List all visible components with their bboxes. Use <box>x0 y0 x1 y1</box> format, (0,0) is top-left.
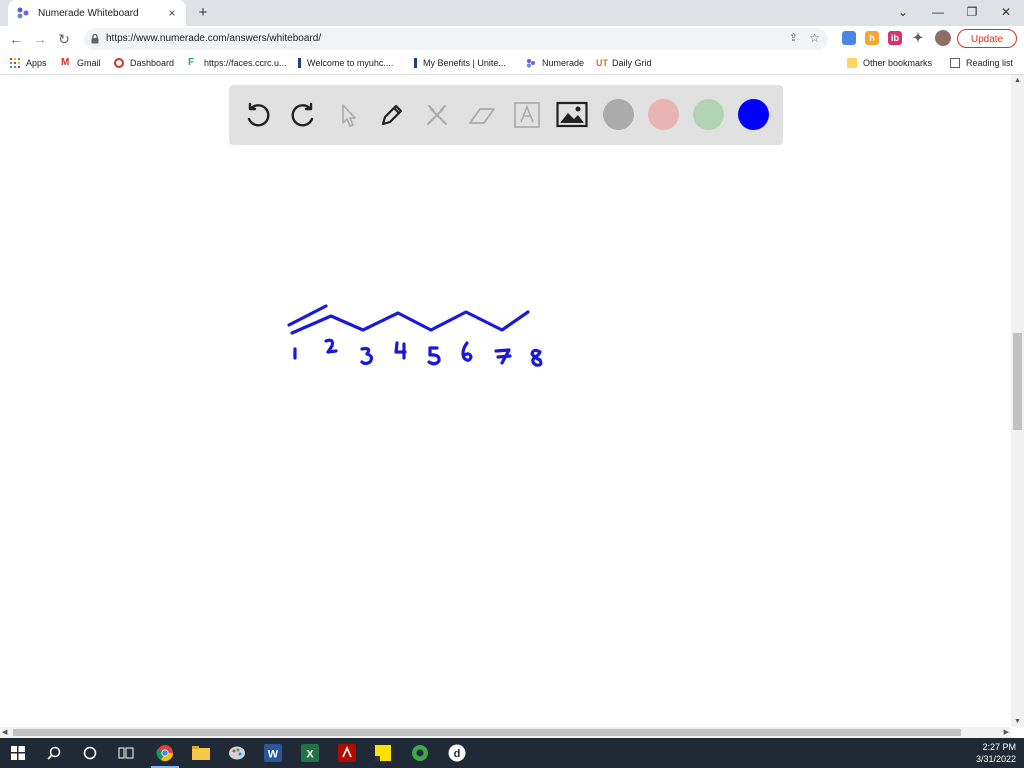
system-clock[interactable]: 2:27 PM 3/31/2022 <box>976 741 1016 765</box>
windows-taskbar: W X d 2:27 PM 3/31/2022 <box>0 738 1024 768</box>
tab-search-icon[interactable]: ⌄ <box>886 0 920 26</box>
clock-date: 3/31/2022 <box>975 754 1016 764</box>
dashboard-icon <box>114 58 124 68</box>
bookmark-reading-list[interactable]: Reading list <box>950 56 1013 70</box>
digit-8 <box>530 348 543 367</box>
docs-extension-icon[interactable] <box>842 31 856 45</box>
update-button[interactable]: Update <box>957 29 1017 48</box>
bookmark-faces[interactable]: Fhttps://faces.ccrc.u... <box>188 56 287 70</box>
tab-close-icon[interactable]: × <box>164 5 180 21</box>
svg-text:d: d <box>454 748 461 760</box>
myuhc-icon <box>298 58 301 68</box>
camtasia-icon[interactable] <box>410 743 430 763</box>
extension-orange-icon[interactable]: h <box>865 31 879 45</box>
bookmark-label: Numerade <box>542 58 585 68</box>
share-icon[interactable]: ⇪ <box>789 31 798 44</box>
horizontal-scrollbar[interactable]: ◀ ▶ <box>0 727 1011 738</box>
bookmark-label: Daily Grid <box>612 58 652 68</box>
vertical-scrollbar[interactable]: ▲ ▼ <box>1011 75 1024 727</box>
new-tab-button[interactable]: + <box>194 4 212 22</box>
profile-avatar[interactable] <box>935 30 951 46</box>
bookmark-gmail[interactable]: M Gmail <box>61 56 101 70</box>
scroll-up-icon[interactable]: ▲ <box>1014 77 1021 84</box>
bookmark-apps[interactable]: Apps <box>10 56 47 70</box>
cortana-icon[interactable] <box>80 743 100 763</box>
daily-grid-icon: UT <box>596 58 608 68</box>
digit-2 <box>324 338 338 354</box>
back-icon[interactable]: ← <box>7 30 25 48</box>
apps-grid-icon <box>10 58 20 68</box>
reading-list-icon <box>950 58 960 68</box>
d-app-icon[interactable]: d <box>447 743 467 763</box>
benefits-icon <box>414 58 417 68</box>
chrome-icon[interactable] <box>151 743 179 768</box>
gmail-icon: M <box>61 57 70 68</box>
digit-5 <box>427 346 441 366</box>
bookmark-label: Reading list <box>966 58 1014 68</box>
url-text: https://www.numerade.com/answers/whitebo… <box>106 33 322 44</box>
bookmark-dashboard[interactable]: Dashboard <box>114 56 174 70</box>
bookmark-label: https://faces.ccrc.u... <box>204 58 287 68</box>
bookmark-label: My Benefits | Unite... <box>423 58 506 68</box>
close-window-button[interactable]: ✕ <box>989 0 1023 26</box>
paint-icon[interactable] <box>227 743 247 763</box>
digit-7 <box>494 348 512 365</box>
numerade-favicon-icon <box>17 7 29 19</box>
task-view-icon[interactable] <box>116 743 136 763</box>
vertical-scroll-thumb[interactable] <box>1013 333 1022 430</box>
sticky-notes-icon[interactable] <box>373 743 393 763</box>
scroll-left-icon[interactable]: ◀ <box>2 728 7 736</box>
reload-icon[interactable]: ↻ <box>55 30 73 48</box>
address-bar[interactable]: https://www.numerade.com/answers/whitebo… <box>84 28 828 50</box>
digit-3 <box>360 346 374 366</box>
bookmark-label: Other bookmarks <box>863 58 933 68</box>
svg-text:W: W <box>268 749 279 761</box>
bookmark-label: Dashboard <box>130 58 175 68</box>
digit-6 <box>461 341 473 362</box>
bookmark-numerade[interactable]: Numerade <box>526 56 584 70</box>
handwritten-drawing <box>287 304 543 367</box>
file-explorer-icon[interactable] <box>191 743 211 763</box>
minimize-button[interactable]: — <box>921 0 955 26</box>
bookmark-label: Apps <box>26 58 47 68</box>
scroll-right-icon[interactable]: ▶ <box>1004 728 1009 736</box>
digit-4 <box>394 341 407 360</box>
bookmark-label: Welcome to myuhc.... <box>307 58 394 68</box>
whiteboard-canvas[interactable] <box>0 75 1011 727</box>
zigzag-chain-stroke <box>290 310 530 335</box>
word-icon[interactable]: W <box>263 743 283 763</box>
extensions-puzzle-icon[interactable]: ✦ <box>911 31 925 45</box>
bookmark-label: Gmail <box>77 58 101 68</box>
windows-start-icon[interactable] <box>8 743 28 763</box>
numerade-icon <box>527 59 535 68</box>
ib-extension-icon[interactable]: ib <box>888 31 902 45</box>
bookmark-star-icon[interactable]: ☆ <box>809 31 820 45</box>
forward-icon[interactable]: → <box>31 30 49 48</box>
tab-strip: Numerade Whiteboard × + ⌄ — ❐ ✕ <box>0 0 1024 26</box>
bookmark-daily-grid[interactable]: UT Daily Grid <box>596 56 652 70</box>
acrobat-icon[interactable] <box>337 743 357 763</box>
svg-text:X: X <box>306 749 314 761</box>
restore-button[interactable]: ❐ <box>955 0 989 26</box>
bookmarks-bar: Apps M Gmail Dashboard Fhttps://faces.ccr… <box>0 52 1024 75</box>
faces-icon: F <box>188 57 195 68</box>
excel-icon[interactable]: X <box>300 743 320 763</box>
folder-icon <box>847 58 857 68</box>
bookmark-myuhc[interactable]: Welcome to myuhc.... <box>298 56 393 70</box>
tab-title: Numerade Whiteboard <box>38 7 139 19</box>
horizontal-scroll-thumb[interactable] <box>13 729 961 736</box>
scroll-down-icon[interactable]: ▼ <box>1014 718 1021 725</box>
search-icon[interactable] <box>44 743 64 763</box>
browser-toolbar: ← → ↻ https://www.numerade.com/answers/w… <box>0 26 1024 52</box>
bookmark-benefits[interactable]: My Benefits | Unite... <box>414 56 506 70</box>
tab-numerade-whiteboard[interactable]: Numerade Whiteboard × <box>8 0 186 26</box>
lock-icon <box>91 33 99 44</box>
bookmark-other[interactable]: Other bookmarks <box>847 56 932 70</box>
clock-time: 2:27 PM <box>982 742 1016 752</box>
